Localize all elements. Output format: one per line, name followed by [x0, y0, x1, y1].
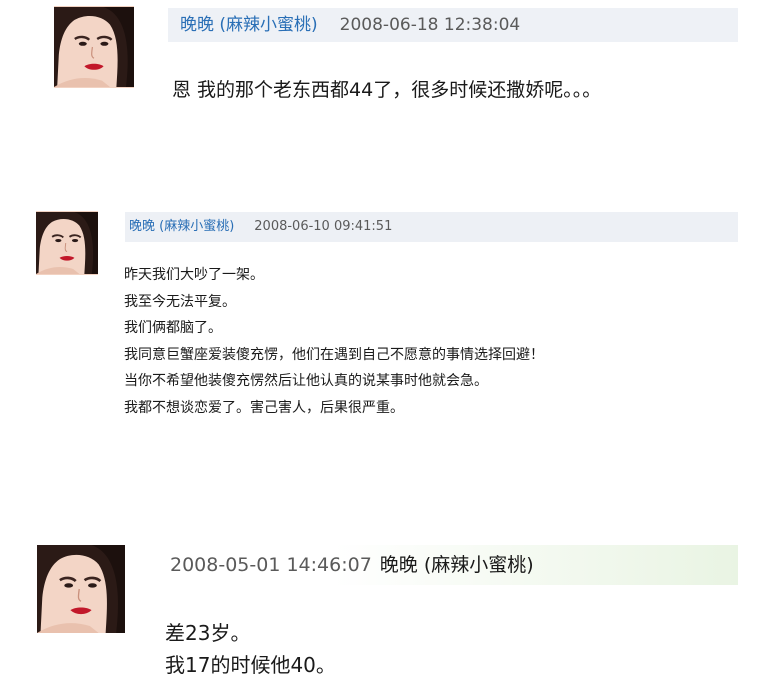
message-line: 我17的时候他40。 [165, 653, 336, 677]
post-header: 晚晚 (麻辣小蜜桃) 2008-06-18 12:38:04 [168, 8, 738, 42]
post-header: 2008-05-01 14:46:07 晚晚 (麻辣小蜜桃) [160, 545, 738, 585]
message-line: 当你不希望他装傻充愣然后让他认真的说某事时他就会急。 [124, 373, 488, 389]
message-line: 我都不想谈恋爱了。害己害人，后果很严重。 [124, 399, 404, 416]
post-timestamp: 2008-06-10 09:41:51 [254, 219, 393, 234]
woman-portrait-icon [37, 545, 125, 633]
post-timestamp: 2008-06-18 12:38:04 [339, 15, 521, 35]
message-line: 我同意巨蟹座爱装傻充愣，他们在遇到自己不愿意的事情选择回避！ [124, 346, 544, 363]
message-line: 昨天我们大吵了一架。 [124, 267, 264, 283]
author-name-link[interactable]: 晚晚 (麻辣小蜜桃) [372, 554, 534, 576]
woman-portrait-icon [36, 211, 98, 275]
post-header: 晚晚 (麻辣小蜜桃) 2008-06-10 09:41:51 [125, 212, 738, 242]
avatar[interactable] [54, 6, 134, 88]
woman-portrait-icon [54, 6, 134, 88]
post-timestamp: 2008-05-01 14:46:07 [170, 554, 372, 576]
author-name-link[interactable]: 晚晚 (麻辣小蜜桃) [168, 15, 318, 35]
post-message: 昨天我们大吵了一架。 我至今无法平复。 我们俩都脑了。 我同意巨蟹座爱装傻充愣，… [124, 262, 544, 421]
message-line: 我们俩都脑了。 [124, 320, 222, 336]
avatar[interactable] [36, 211, 98, 275]
post-message: 差23岁。 我17的时候他40。 [165, 617, 336, 681]
avatar[interactable] [37, 545, 125, 633]
message-line: 差23岁。 [165, 621, 251, 645]
message-line: 我至今无法平复。 [124, 293, 236, 310]
post-message: 恩 我的那个老东西都44了，很多时候还撒娇呢。。。 [172, 76, 601, 104]
author-name-link[interactable]: 晚晚 (麻辣小蜜桃) [125, 219, 234, 234]
message-line: 恩 我的那个老东西都44了，很多时候还撒娇呢。。。 [172, 79, 602, 101]
